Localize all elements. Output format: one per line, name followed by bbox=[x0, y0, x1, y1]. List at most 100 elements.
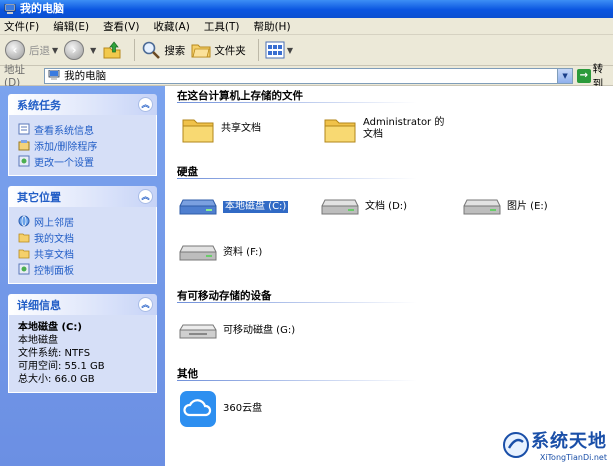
cloud-drive-icon bbox=[180, 391, 216, 427]
address-label: 地址(D) bbox=[4, 64, 25, 89]
chevron-down-icon: ▼ bbox=[286, 45, 293, 55]
place-label: 网上邻居 bbox=[34, 217, 74, 229]
removable-disk-icon bbox=[179, 324, 217, 339]
back-arrow-icon: ‹ bbox=[5, 40, 25, 60]
address-input[interactable]: 我的电脑 ▼ bbox=[44, 67, 574, 84]
place-my-documents[interactable]: 我的文档 bbox=[18, 229, 152, 245]
address-value: 我的电脑 bbox=[64, 70, 107, 82]
system-info-icon bbox=[18, 123, 30, 135]
chevron-down-icon: ▼ bbox=[90, 45, 97, 55]
item-drive-e[interactable]: 图片 (E:) bbox=[463, 196, 548, 218]
item-label: 共享文档 bbox=[221, 123, 261, 134]
item-admin-documents[interactable]: Administrator 的文档 bbox=[323, 114, 453, 144]
details-body: 本地磁盘 (C:) 本地磁盘 文件系统: NTFS 可用空间: 55.1 GB … bbox=[8, 315, 157, 393]
task-add-remove-programs[interactable]: 添加/删除程序 bbox=[18, 137, 152, 153]
collapse-chevron-icon[interactable]: ︽ bbox=[138, 189, 153, 204]
search-icon bbox=[143, 41, 161, 59]
item-drive-f[interactable]: 资料 (F:) bbox=[179, 242, 262, 264]
system-tasks-panel: 系统任务 ︽ 查看系统信息 添加/删除程序 更改一个设置 bbox=[8, 94, 157, 176]
other-places-panel: 其它位置 ︽ 网上邻居 我的文档 共享文档 控制面板 bbox=[8, 186, 157, 284]
item-shared-documents[interactable]: 共享文档 bbox=[181, 114, 261, 144]
network-icon bbox=[18, 215, 30, 227]
address-dropdown-icon[interactable]: ▼ bbox=[557, 68, 573, 83]
go-arrow-icon: → bbox=[577, 68, 591, 83]
toolbar: ‹ 后退 ▼ › ▼ 搜索 文件夹 ▼ bbox=[0, 35, 613, 66]
search-label: 搜索 bbox=[164, 44, 186, 57]
watermark-main: 系统天地 bbox=[531, 431, 607, 452]
menu-help[interactable]: 帮助(H) bbox=[253, 19, 290, 34]
section-stored-files: 在这台计算机上存储的文件 bbox=[177, 90, 303, 102]
place-label: 控制面板 bbox=[34, 265, 74, 277]
toolbar-separator bbox=[257, 39, 259, 61]
collapse-chevron-icon[interactable]: ︽ bbox=[138, 97, 153, 112]
menu-view[interactable]: 查看(V) bbox=[103, 19, 139, 34]
place-control-panel[interactable]: 控制面板 bbox=[18, 261, 152, 277]
up-folder-button[interactable] bbox=[102, 40, 122, 60]
site-logo-icon bbox=[503, 431, 529, 458]
task-change-setting[interactable]: 更改一个设置 bbox=[18, 153, 152, 169]
item-label: 资料 (F:) bbox=[223, 247, 263, 258]
item-label: 图片 (E:) bbox=[507, 201, 548, 212]
folders-label: 文件夹 bbox=[214, 44, 246, 57]
content-pane: 在这台计算机上存储的文件 共享文档 Administrator 的文档 硬盘 本… bbox=[165, 86, 613, 466]
forward-button[interactable]: › ▼ bbox=[64, 40, 96, 60]
item-label: 360云盘 bbox=[223, 403, 263, 414]
section-divider bbox=[177, 178, 417, 179]
toolbar-separator bbox=[134, 39, 136, 61]
collapse-chevron-icon[interactable]: ︽ bbox=[138, 297, 153, 312]
menu-file[interactable]: 文件(F) bbox=[4, 19, 39, 34]
window-title: 我的电脑 bbox=[20, 2, 64, 15]
my-computer-icon bbox=[4, 3, 16, 14]
item-drive-c[interactable]: 本地磁盘 (C:) bbox=[179, 196, 289, 218]
system-tasks-title: 系统任务 bbox=[17, 98, 61, 112]
task-label: 更改一个设置 bbox=[34, 157, 94, 169]
address-bar: 地址(D) 我的电脑 ▼ → 转到 bbox=[0, 63, 613, 90]
system-tasks-header[interactable]: 系统任务 ︽ bbox=[8, 94, 157, 115]
add-remove-icon bbox=[18, 140, 30, 151]
menu-tools[interactable]: 工具(T) bbox=[204, 19, 240, 34]
task-label: 查看系统信息 bbox=[34, 125, 94, 137]
section-removable: 有可移动存储的设备 bbox=[177, 290, 272, 302]
details-name: 本地磁盘 (C:) bbox=[18, 322, 82, 333]
folder-icon bbox=[182, 119, 214, 143]
back-button[interactable]: ‹ 后退 ▼ bbox=[5, 40, 58, 60]
section-other: 其他 bbox=[177, 368, 198, 380]
details-filesystem: 文件系统: NTFS bbox=[18, 348, 91, 359]
system-tasks-body: 查看系统信息 添加/删除程序 更改一个设置 bbox=[8, 115, 157, 176]
task-pane: 系统任务 ︽ 查看系统信息 添加/删除程序 更改一个设置 其它位置 ︽ 网上邻居… bbox=[0, 86, 165, 466]
hard-disk-icon bbox=[179, 199, 217, 215]
my-computer-icon bbox=[48, 70, 60, 80]
details-type: 本地磁盘 bbox=[18, 335, 58, 346]
item-label: 本地磁盘 (C:) bbox=[223, 201, 289, 213]
other-places-header[interactable]: 其它位置 ︽ bbox=[8, 186, 157, 207]
place-network[interactable]: 网上邻居 bbox=[18, 213, 152, 229]
section-hard-disks: 硬盘 bbox=[177, 166, 198, 178]
chevron-down-icon: ▼ bbox=[52, 45, 59, 55]
item-removable-g[interactable]: 可移动磁盘 (G:) bbox=[179, 320, 295, 342]
search-button[interactable]: 搜索 bbox=[141, 40, 185, 60]
menu-bar: 文件(F) 编辑(E) 查看(V) 收藏(A) 工具(T) 帮助(H) bbox=[0, 18, 613, 35]
hard-disk-icon bbox=[321, 199, 359, 215]
up-folder-icon bbox=[103, 41, 121, 59]
views-button[interactable]: ▼ bbox=[265, 41, 293, 59]
views-grid-icon bbox=[265, 41, 285, 59]
folders-icon bbox=[191, 44, 211, 58]
control-panel-icon bbox=[18, 155, 30, 167]
item-label: Administrator 的文档 bbox=[363, 117, 445, 140]
title-bar: 我的电脑 bbox=[0, 0, 613, 18]
details-panel: 详细信息 ︽ 本地磁盘 (C:) 本地磁盘 文件系统: NTFS 可用空间: 5… bbox=[8, 294, 157, 393]
item-drive-d[interactable]: 文档 (D:) bbox=[321, 196, 407, 218]
watermark: 系统天地 XiTongTianDi.net bbox=[501, 427, 607, 462]
forward-arrow-icon: › bbox=[64, 40, 85, 60]
place-shared-documents[interactable]: 共享文档 bbox=[18, 245, 152, 261]
item-label: 文档 (D:) bbox=[365, 201, 408, 212]
folder-icon bbox=[18, 233, 30, 243]
folders-button[interactable]: 文件夹 bbox=[191, 41, 246, 59]
details-header[interactable]: 详细信息 ︽ bbox=[8, 294, 157, 315]
menu-edit[interactable]: 编辑(E) bbox=[53, 19, 89, 34]
item-360-cloud[interactable]: 360云盘 bbox=[179, 390, 262, 428]
menu-favorites[interactable]: 收藏(A) bbox=[153, 19, 189, 34]
place-label: 我的文档 bbox=[34, 233, 74, 245]
task-view-system-info[interactable]: 查看系统信息 bbox=[18, 121, 152, 137]
watermark-sub: XiTongTianDi.net bbox=[539, 453, 607, 462]
